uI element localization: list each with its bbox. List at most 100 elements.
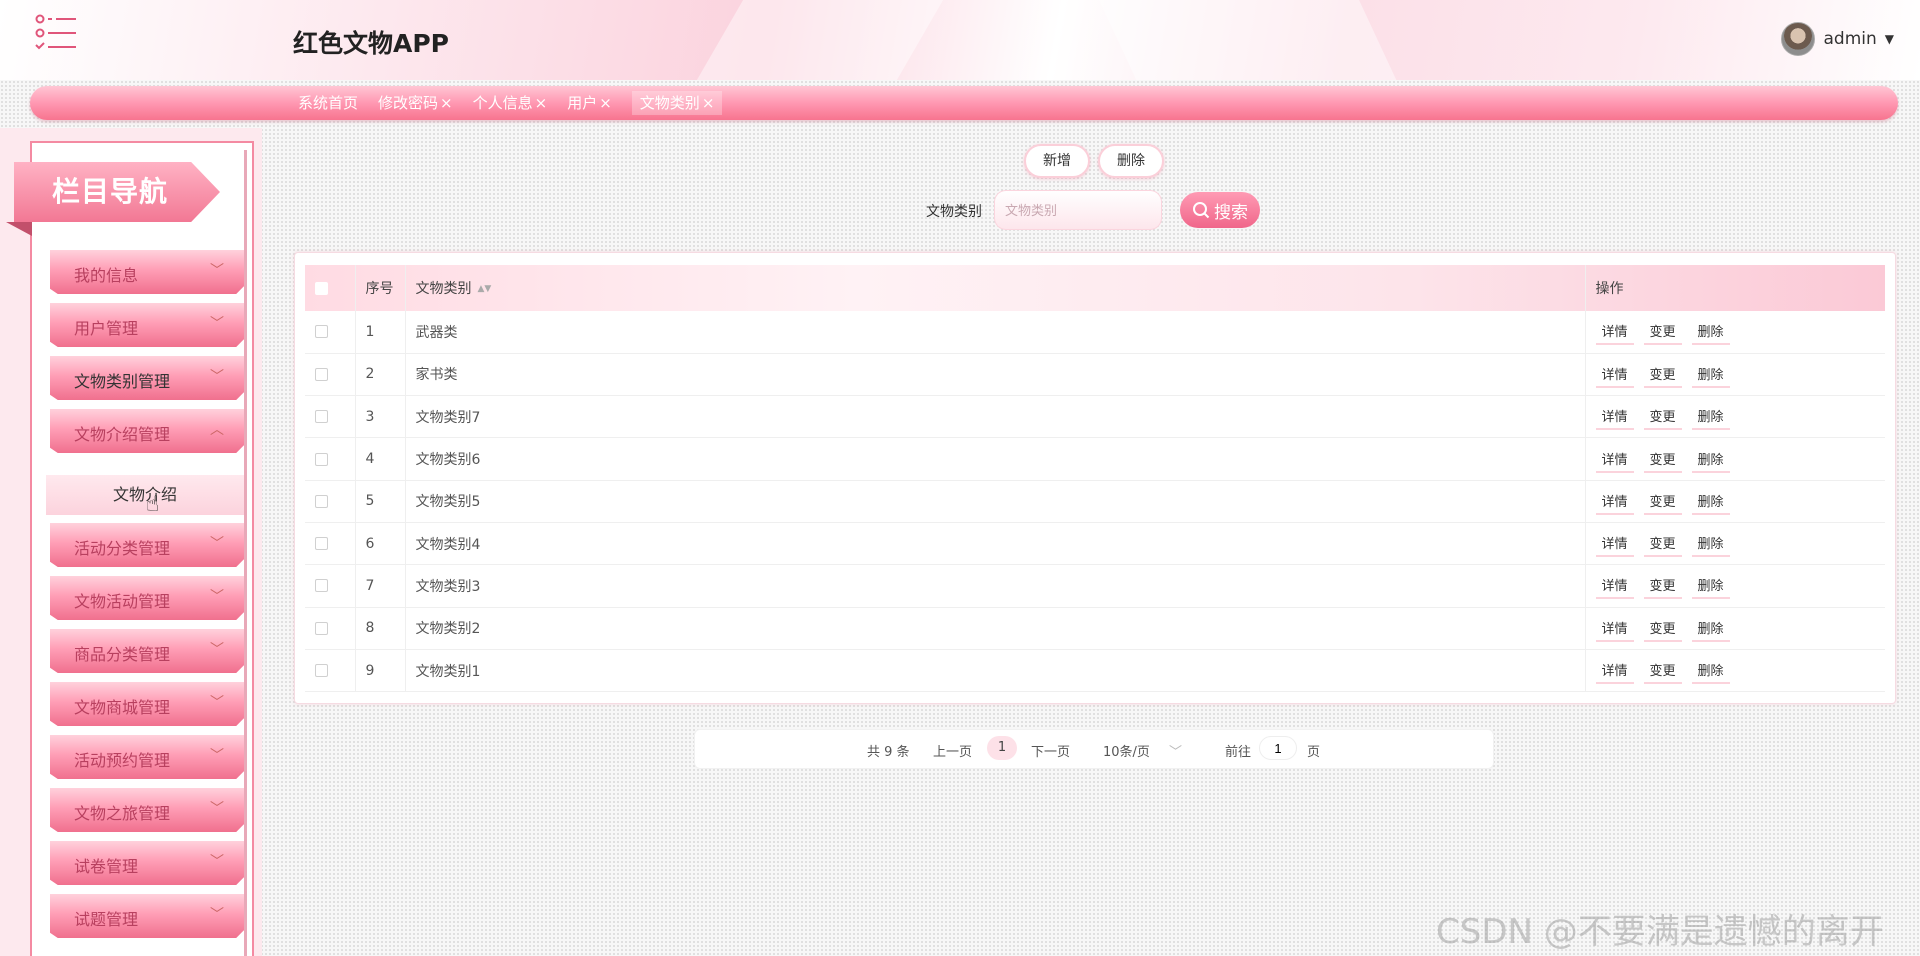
row-select-cell[interactable] — [305, 564, 356, 608]
chevron-down-icon[interactable]: ﹀ — [1169, 741, 1182, 760]
sidebar-item-questions[interactable]: 试题管理 ﹀ — [50, 894, 244, 938]
sidebar-scroll-track[interactable] — [244, 150, 247, 956]
tab-label: 个人信息 — [472, 94, 533, 112]
edit-button[interactable]: 变更 — [1643, 488, 1682, 515]
prev-page-button[interactable]: 上一页 — [933, 741, 972, 760]
chevron-down-icon: ﹀ — [210, 369, 224, 385]
user-menu[interactable]: admin ▼ — [1781, 22, 1894, 56]
detail-button[interactable]: 详情 — [1595, 530, 1634, 558]
sidebar-item-user-management[interactable]: 用户管理 ﹀ — [50, 303, 244, 347]
row-index: 2 — [355, 353, 406, 396]
tab-change-password[interactable]: 修改密码 × — [378, 91, 463, 115]
detail-button[interactable]: 详情 — [1595, 318, 1634, 346]
submenu-item-relic-intro[interactable]: 文物介绍 — [46, 475, 244, 515]
add-button[interactable]: 新增 — [1024, 144, 1090, 178]
sidebar-item-relic-category[interactable]: 文物类别管理 ﹀ — [50, 356, 244, 400]
table-row: 4 文物类别6 详情 变更 删除 — [305, 437, 1885, 481]
menu-list-icon[interactable] — [34, 14, 80, 54]
sidebar-item-exam-papers[interactable]: 试卷管理 ﹀ — [50, 841, 244, 885]
detail-button[interactable]: 详情 — [1595, 446, 1634, 473]
tab-personal-info[interactable]: 个人信息 × — [473, 91, 558, 115]
row-actions: 详情 变更 删除 — [1585, 649, 1885, 691]
row-select-cell[interactable] — [305, 607, 356, 650]
row-delete-button[interactable]: 删除 — [1691, 572, 1730, 600]
header-select-all[interactable] — [305, 265, 356, 311]
sidebar-item-relic-intro[interactable]: 文物介绍管理 ︿ — [50, 409, 244, 453]
row-checkbox[interactable] — [315, 325, 328, 339]
detail-button[interactable]: 详情 — [1595, 572, 1634, 600]
detail-button[interactable]: 详情 — [1595, 361, 1634, 388]
search-button[interactable]: 搜索 — [1180, 192, 1260, 228]
row-select-cell[interactable] — [305, 395, 356, 438]
tab-home[interactable]: 系统首页 — [298, 91, 368, 115]
row-delete-button[interactable]: 删除 — [1691, 318, 1730, 346]
sidebar-item-activity-category[interactable]: 活动分类管理 ﹀ — [50, 523, 244, 567]
edit-button[interactable]: 变更 — [1643, 403, 1682, 431]
row-select-cell[interactable] — [305, 437, 356, 481]
row-checkbox[interactable] — [315, 494, 328, 508]
row-category: 文物类别3 — [405, 564, 1586, 608]
avatar[interactable] — [1781, 22, 1816, 56]
detail-button[interactable]: 详情 — [1595, 657, 1634, 685]
row-category: 文物类别1 — [405, 649, 1586, 692]
row-checkbox[interactable] — [315, 537, 328, 551]
close-icon[interactable]: × — [702, 94, 715, 112]
edit-button[interactable]: 变更 — [1643, 615, 1682, 642]
next-page-button[interactable]: 下一页 — [1031, 741, 1070, 760]
delete-button[interactable]: 删除 — [1098, 144, 1164, 178]
row-select-cell[interactable] — [305, 353, 356, 396]
caret-down-icon[interactable]: ▼ — [1885, 32, 1894, 46]
edit-button[interactable]: 变更 — [1643, 446, 1682, 473]
edit-button[interactable]: 变更 — [1643, 530, 1682, 558]
row-select-cell[interactable] — [305, 480, 356, 523]
row-delete-button[interactable]: 删除 — [1691, 530, 1730, 558]
row-delete-button[interactable]: 删除 — [1691, 403, 1730, 431]
row-delete-button[interactable]: 删除 — [1691, 446, 1730, 473]
close-icon[interactable]: × — [535, 94, 548, 112]
row-select-cell[interactable] — [305, 311, 356, 354]
row-actions: 详情 变更 删除 — [1585, 522, 1885, 564]
edit-button[interactable]: 变更 — [1643, 657, 1682, 685]
edit-button[interactable]: 变更 — [1643, 318, 1682, 346]
sidebar-item-relic-tour[interactable]: 文物之旅管理 ﹀ — [50, 788, 244, 832]
row-delete-button[interactable]: 删除 — [1691, 615, 1730, 642]
row-index: 4 — [355, 437, 406, 481]
row-checkbox[interactable] — [315, 579, 328, 593]
detail-button[interactable]: 详情 — [1595, 403, 1634, 431]
row-delete-button[interactable]: 删除 — [1691, 361, 1730, 388]
sidebar-item-my-info[interactable]: 我的信息 ﹀ — [50, 250, 244, 294]
edit-button[interactable]: 变更 — [1643, 572, 1682, 600]
sidebar-item-relic-activity[interactable]: 文物活动管理 ﹀ — [50, 576, 244, 620]
row-select-cell[interactable] — [305, 522, 356, 565]
username[interactable]: admin — [1823, 29, 1876, 49]
tab-relic-category[interactable]: 文物类别 × — [631, 91, 723, 115]
row-index: 5 — [355, 480, 406, 523]
header-actions: 操作 — [1595, 281, 1624, 297]
row-select-cell[interactable] — [305, 649, 356, 692]
row-checkbox[interactable] — [315, 367, 328, 381]
page-size-select[interactable]: 10条/页 — [1103, 741, 1150, 760]
detail-button[interactable]: 详情 — [1595, 615, 1634, 642]
sort-icon[interactable]: ▲▼ — [478, 285, 492, 294]
search-input[interactable] — [994, 190, 1162, 230]
goto-page-input[interactable] — [1259, 736, 1297, 760]
sidebar-item-activity-booking[interactable]: 活动预约管理 ﹀ — [50, 735, 244, 779]
header-category[interactable]: 文物类别 ▲▼ — [405, 265, 1586, 311]
row-delete-button[interactable]: 删除 — [1691, 657, 1730, 685]
page-number-current[interactable]: 1 — [987, 736, 1017, 760]
edit-button[interactable]: 变更 — [1643, 361, 1682, 388]
row-checkbox[interactable] — [315, 664, 328, 678]
row-checkbox[interactable] — [315, 410, 328, 424]
close-icon[interactable]: × — [440, 94, 453, 112]
tab-users[interactable]: 用户 × — [567, 91, 622, 115]
detail-button[interactable]: 详情 — [1595, 488, 1634, 515]
sidebar-item-product-category[interactable]: 商品分类管理 ﹀ — [50, 629, 244, 673]
chevron-down-icon: ﹀ — [210, 801, 224, 817]
table-row: 7 文物类别3 详情 变更 删除 — [305, 564, 1885, 608]
row-delete-button[interactable]: 删除 — [1691, 488, 1730, 515]
sidebar-item-relic-mall[interactable]: 文物商城管理 ﹀ — [50, 682, 244, 726]
row-checkbox[interactable] — [315, 621, 328, 635]
select-all-checkbox[interactable] — [315, 281, 328, 295]
row-checkbox[interactable] — [315, 452, 328, 466]
close-icon[interactable]: × — [599, 94, 612, 112]
